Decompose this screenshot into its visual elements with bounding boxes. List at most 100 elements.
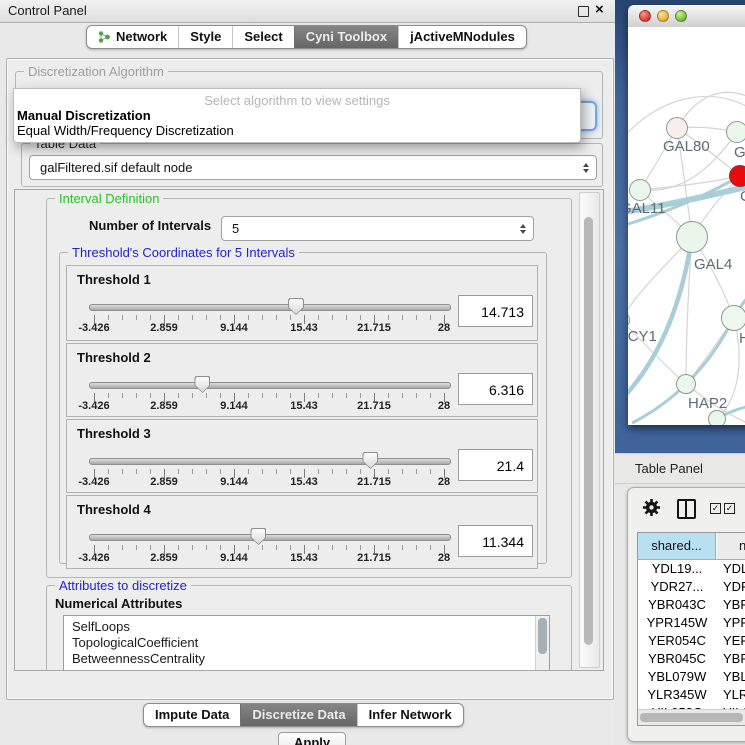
network-window-titlebar[interactable]	[628, 5, 745, 28]
cell-shared-name[interactable]: YBR045C	[638, 651, 716, 666]
column-header-shared-name[interactable]: shared...	[638, 533, 716, 559]
table-panel-titlebar[interactable]: Table Panel	[615, 453, 745, 484]
cell-name[interactable]: YER0	[723, 633, 745, 648]
cell-shared-name[interactable]: YBL079W	[638, 669, 716, 684]
node-gal4[interactable]	[676, 221, 708, 253]
close-icon[interactable]: ×	[595, 1, 604, 18]
network-view-window: GAL80GCGAL11GAL4GCY1HHAP2	[628, 5, 745, 425]
control-panel-titlebar[interactable]: Control Panel ×	[0, 0, 615, 23]
node-gal11[interactable]	[629, 179, 651, 201]
node-gal80[interactable]	[666, 117, 688, 139]
node-hap2[interactable]	[676, 374, 696, 394]
threshold-slider-track[interactable]	[89, 304, 451, 311]
threshold-slider-handle[interactable]	[250, 528, 266, 545]
tick-label: 21.715	[357, 400, 391, 412]
tab-select[interactable]: Select	[232, 26, 293, 48]
threshold-slider-handle[interactable]	[288, 298, 304, 315]
attribute-item-selfloops[interactable]: SelfLoops	[72, 619, 130, 634]
popup-option-equal-width-frequency-discretization[interactable]: Equal Width/Frequency Discretization	[17, 123, 234, 138]
table-row[interactable]: YPR145W YPR1	[638, 615, 745, 633]
viewport-vertical-scrollbar[interactable]	[579, 192, 600, 668]
float-window-icon[interactable]	[578, 6, 589, 17]
tab-jactivemnodules[interactable]: jActiveMNodules	[398, 26, 526, 48]
table-row[interactable]: YBL079W YBL0	[638, 669, 745, 687]
table-row[interactable]: YBR045C YBR0	[638, 651, 745, 669]
table-row[interactable]: YLR345W YLR3	[638, 687, 745, 705]
table-toolbar: ✓ ✓	[628, 492, 745, 526]
threshold-value-field[interactable]: 14.713	[458, 295, 533, 327]
table-horizontal-scrollbar[interactable]	[638, 709, 745, 726]
scrollbar-thumb[interactable]	[640, 713, 743, 722]
checkbox-icon[interactable]: ✓	[724, 503, 735, 514]
threshold-value-field[interactable]: 21.4	[458, 449, 533, 481]
algorithm-combo-focused-fragment[interactable]	[579, 101, 597, 131]
cell-shared-name[interactable]: YLR345W	[638, 687, 716, 702]
node-unlabeled[interactable]	[708, 410, 726, 425]
scrollbar-thumb[interactable]	[538, 618, 547, 654]
tab-cyni-toolbox[interactable]: Cyni Toolbox	[294, 26, 398, 48]
threshold-slider-handle[interactable]	[362, 452, 378, 469]
tick-label: 2.859	[150, 552, 178, 564]
cell-name[interactable]: YLR3	[723, 687, 745, 702]
attributes-group-title: Attributes to discretize	[55, 578, 191, 593]
bottom-tab-impute-data[interactable]: Impute Data	[144, 704, 240, 726]
apply-button[interactable]: Apply	[278, 732, 346, 745]
scrollbar-thumb[interactable]	[584, 217, 593, 645]
network-canvas[interactable]: GAL80GCGAL11GAL4GCY1HHAP2	[628, 27, 745, 425]
mac-zoom-icon[interactable]	[675, 10, 687, 22]
tick-label: 28	[438, 476, 450, 488]
table-row[interactable]: YBR043C YBR0	[638, 597, 745, 615]
interval-definition-title: Interval Definition	[55, 191, 163, 206]
checkbox-icon[interactable]: ✓	[710, 503, 721, 514]
mac-close-icon[interactable]	[639, 10, 651, 22]
tick-label: 9.144	[220, 476, 248, 488]
attribute-item-betweennesscentrality[interactable]: BetweennessCentrality	[72, 651, 205, 666]
cell-name[interactable]: YDR2	[723, 579, 745, 594]
cell-shared-name[interactable]: YDR27...	[638, 579, 716, 594]
threshold-slider-handle[interactable]	[194, 376, 210, 393]
tick-label: -3.426	[78, 552, 109, 564]
cell-name[interactable]: YPR1	[723, 615, 745, 630]
popup-hint: Select algorithm to view settings	[14, 93, 580, 108]
cell-name[interactable]: YBR0	[723, 651, 745, 666]
threshold-value-field[interactable]: 11.344	[458, 525, 533, 557]
cell-name[interactable]: YDL1	[723, 561, 745, 576]
slider-tick-labels: -3.4262.8599.14415.4321.71528	[94, 322, 444, 335]
table-data-group: Table Data galFiltered.sif default node	[21, 143, 603, 187]
numerical-attributes-list[interactable]: SelfLoopsTopologicalCoefficientBetweenne…	[63, 615, 550, 671]
tab-label: Style	[190, 26, 221, 48]
table-data-combobox[interactable]: galFiltered.sif default node	[29, 155, 597, 180]
mac-minimize-icon[interactable]	[657, 10, 669, 22]
column-header-name[interactable]: n	[717, 533, 745, 559]
threshold-slider-track[interactable]	[89, 458, 451, 465]
cell-shared-name[interactable]: YBR043C	[638, 597, 716, 612]
table-row[interactable]: YDL19... YDL1	[638, 561, 745, 579]
tick-label: 2.859	[150, 400, 178, 412]
cell-name[interactable]: YBL0	[723, 669, 745, 684]
node-c[interactable]	[729, 165, 745, 187]
threshold-value-field[interactable]: 6.316	[458, 373, 533, 405]
threshold-slider-track[interactable]	[89, 382, 451, 389]
cell-shared-name[interactable]: YPR145W	[638, 615, 716, 630]
bottom-tab-discretize-data[interactable]: Discretize Data	[240, 704, 356, 726]
tick-label: -3.426	[78, 476, 109, 488]
cell-name[interactable]: YBR0	[723, 597, 745, 612]
cell-shared-name[interactable]: YER054C	[638, 633, 716, 648]
thresholds-group-title: Threshold's Coordinates for 5 Intervals	[68, 245, 299, 260]
threshold-slider-track[interactable]	[89, 534, 451, 541]
node-g[interactable]	[726, 121, 745, 143]
gear-icon[interactable]	[642, 498, 661, 517]
popup-option-manual-discretization[interactable]: Manual Discretization	[17, 108, 151, 123]
node-label: HAP2	[688, 395, 727, 412]
tab-style[interactable]: Style	[178, 26, 232, 48]
node-h[interactable]	[721, 305, 745, 331]
attribute-item-topologicalcoefficient[interactable]: TopologicalCoefficient	[72, 635, 198, 650]
split-columns-icon[interactable]	[677, 499, 696, 519]
number-of-intervals-combobox[interactable]: 5	[221, 216, 534, 241]
attributes-list-scrollbar[interactable]	[535, 616, 549, 670]
table-row[interactable]: YDR27... YDR2	[638, 579, 745, 597]
cell-shared-name[interactable]: YDL19...	[638, 561, 716, 576]
bottom-tab-infer-network[interactable]: Infer Network	[357, 704, 463, 726]
tab-network[interactable]: Network	[87, 26, 178, 48]
table-row[interactable]: YER054C YER0	[638, 633, 745, 651]
